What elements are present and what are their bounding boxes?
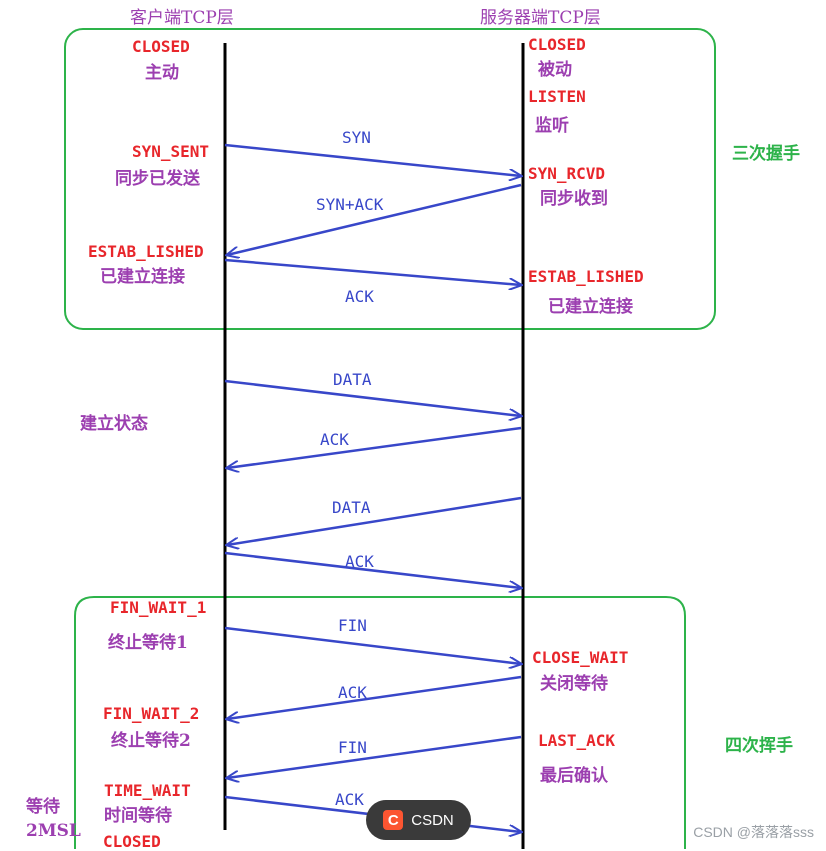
client-state-fin-wait-1: FIN_WAIT_1 — [110, 598, 207, 617]
msg-label-ack-5: ACK — [335, 790, 364, 809]
message-arrow-1 — [224, 143, 521, 176]
msg-label-ack-3: ACK — [345, 552, 374, 571]
client-header: 客户端TCP层 — [130, 8, 234, 28]
client-desc-active: 主动 — [145, 63, 179, 83]
client-state-fin-wait-2: FIN_WAIT_2 — [103, 704, 200, 723]
msg-label-syn: SYN — [342, 128, 371, 147]
client-state-time-wait: TIME_WAIT — [104, 781, 191, 800]
msg-label-data-1: DATA — [333, 370, 372, 389]
teardown-label: 四次挥手 — [725, 736, 793, 756]
msg-label-fin-2: FIN — [338, 738, 367, 757]
msg-label-syn-ack: SYN+ACK — [316, 195, 384, 214]
client-state-closed-final: CLOSED — [103, 832, 161, 851]
msg-label-data-2: DATA — [332, 498, 371, 517]
client-desc-established: 已建立连接 — [100, 267, 185, 287]
server-desc-established: 已建立连接 — [548, 297, 633, 317]
server-desc-close-wait: 关闭等待 — [540, 674, 608, 694]
msg-label-fin-1: FIN — [338, 616, 367, 635]
message-arrow-6 — [227, 496, 522, 545]
server-header: 服务器端TCP层 — [480, 8, 601, 28]
message-arrow-4 — [224, 379, 521, 416]
message-arrow-10 — [227, 735, 522, 778]
server-state-syn-rcvd: SYN_RCVD — [528, 164, 606, 183]
server-state-last-ack: LAST_ACK — [538, 731, 616, 750]
server-desc-syn-rcvd: 同步收到 — [540, 189, 608, 209]
established-label: 建立状态 — [80, 414, 148, 434]
server-desc-last-ack: 最后确认 — [540, 766, 608, 786]
msg-label-ack-4: ACK — [338, 683, 367, 702]
server-desc-passive: 被动 — [538, 60, 572, 80]
msg-label-ack-1: ACK — [345, 287, 374, 306]
message-arrow-3 — [224, 258, 521, 285]
server-state-listen: LISTEN — [528, 87, 586, 106]
client-desc-syn-sent: 同步已发送 — [115, 169, 200, 189]
csdn-logo-icon: C — [383, 810, 404, 830]
handshake-label: 三次握手 — [732, 144, 800, 164]
client-state-closed: CLOSED — [132, 37, 190, 56]
csdn-badge-text: CSDN — [411, 811, 454, 829]
server-state-close-wait: CLOSE_WAIT — [532, 648, 629, 667]
client-desc-fin-wait-2: 终止等待2 — [111, 731, 191, 751]
server-state-closed: CLOSED — [528, 35, 586, 54]
message-arrow-5 — [227, 426, 522, 468]
client-desc-time-wait: 时间等待 — [104, 806, 172, 826]
client-state-syn-sent: SYN_SENT — [132, 142, 210, 161]
wait-2msl-label: 等待 2MSL — [26, 797, 81, 841]
message-arrow-9 — [227, 675, 522, 719]
server-state-established: ESTAB_LISHED — [528, 267, 644, 286]
message-arrow-8 — [224, 626, 521, 664]
server-desc-listen: 监听 — [535, 116, 569, 136]
csdn-badge[interactable]: C CSDN — [366, 800, 471, 840]
client-desc-fin-wait-1: 终止等待1 — [108, 633, 188, 653]
watermark: CSDN @落落落sss — [693, 824, 814, 840]
client-state-established: ESTAB_LISHED — [88, 242, 204, 261]
msg-label-ack-2: ACK — [320, 430, 349, 449]
